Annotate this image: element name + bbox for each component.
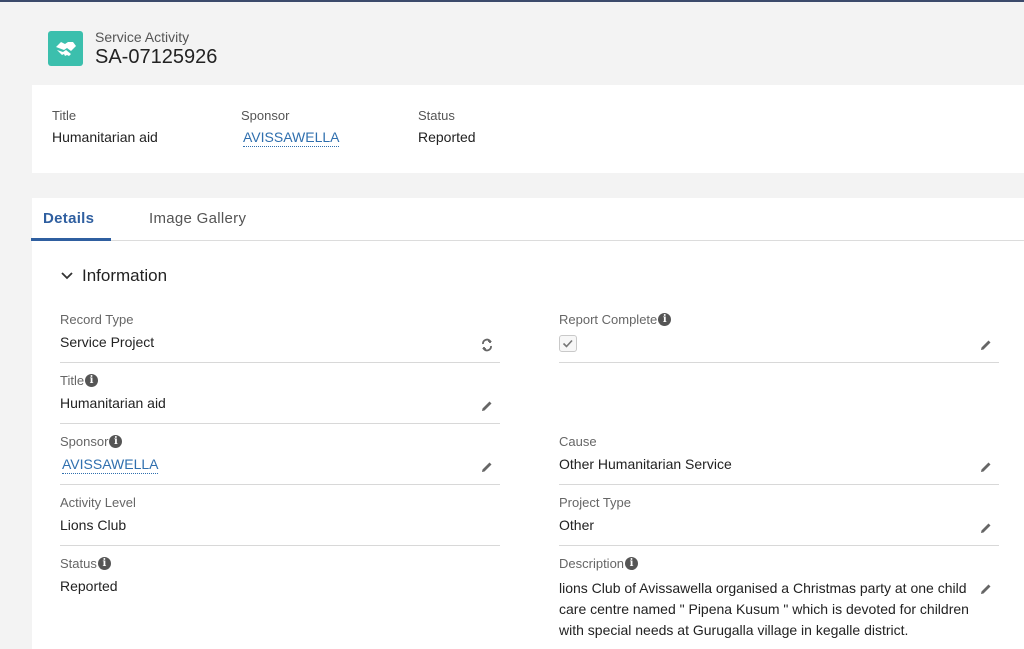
field-value: Other Humanitarian Service [559, 456, 732, 472]
highlight-title: Title Humanitarian aid [52, 108, 158, 145]
field-value: Service Project [60, 334, 155, 350]
pencil-icon[interactable] [979, 338, 993, 352]
active-tab-indicator [31, 238, 111, 241]
chevron-down-icon [61, 272, 73, 280]
record-header: Service Activity SA-07125926 [0, 2, 1024, 84]
field-value: Lions Club [60, 517, 127, 533]
pencil-icon[interactable] [480, 460, 494, 474]
highlight-status: Status Reported [418, 108, 476, 145]
info-icon[interactable]: i [97, 557, 111, 570]
highlights-panel: Title Humanitarian aid Sponsor AVISSAWEL… [32, 85, 1024, 173]
sponsor-link[interactable]: AVISSAWELLA [62, 456, 159, 474]
field-value: Humanitarian aid [60, 395, 166, 411]
field-label: Report Complete i [559, 312, 672, 327]
description-text: lions Club of Avissawella organised a Ch… [559, 580, 969, 638]
field-cause: Cause Other Humanitarian Service [559, 424, 999, 485]
object-type-label: Service Activity [95, 29, 190, 45]
highlight-label: Status [418, 108, 455, 123]
section-title: Information [82, 266, 168, 285]
pencil-icon[interactable] [979, 521, 993, 535]
field-value: Reported [60, 578, 118, 594]
section-toggle-information[interactable]: Information [60, 266, 167, 286]
field-description: Description i lions Club of Avissawella o… [559, 546, 999, 649]
highlight-label: Sponsor [241, 108, 290, 123]
highlight-value: Reported [418, 129, 476, 145]
field-label: Record Type [60, 312, 134, 327]
field-label: Title i [60, 373, 99, 388]
highlight-value: Humanitarian aid [52, 129, 158, 145]
tab-bar: Details Image Gallery [31, 198, 1024, 241]
field-report-complete: Report Complete i [559, 302, 999, 363]
field-label: Description i [559, 556, 639, 571]
field-label: Status i [60, 556, 111, 571]
info-icon[interactable]: i [658, 313, 672, 326]
tab-image-gallery[interactable]: Image Gallery [149, 210, 246, 241]
field-title: Title i Humanitarian aid [60, 363, 500, 424]
field-value: Other [559, 517, 595, 533]
info-icon[interactable]: i [109, 435, 123, 448]
highlight-sponsor: Sponsor AVISSAWELLA [241, 108, 340, 147]
field-project-type: Project Type Other [559, 485, 999, 546]
pencil-icon[interactable] [979, 460, 993, 474]
change-record-type-icon[interactable] [480, 338, 494, 352]
checkmark-icon [562, 339, 573, 348]
field-status: Status i Reported [60, 546, 500, 607]
sponsor-link[interactable]: AVISSAWELLA [243, 129, 340, 147]
pencil-icon[interactable] [480, 399, 494, 413]
tab-details[interactable]: Details [43, 210, 94, 241]
field-label: Project Type [559, 495, 632, 510]
field-sponsor: Sponsor i AVISSAWELLA [60, 424, 500, 485]
record-name: SA-07125926 [95, 46, 218, 68]
field-record-type: Record Type Service Project [60, 302, 500, 363]
info-icon[interactable]: i [625, 557, 639, 570]
field-label: Cause [559, 434, 597, 449]
highlight-label: Title [52, 108, 77, 123]
info-icon[interactable]: i [85, 374, 99, 387]
handshake-icon [48, 31, 83, 66]
field-label: Activity Level [60, 495, 136, 510]
field-activity-level: Activity Level Lions Club [60, 485, 500, 546]
tabs-panel: Details Image Gallery Information Record… [31, 198, 1024, 649]
field-label: Sponsor i [60, 434, 123, 449]
report-complete-checkbox [559, 335, 577, 352]
pencil-icon[interactable] [979, 582, 993, 596]
